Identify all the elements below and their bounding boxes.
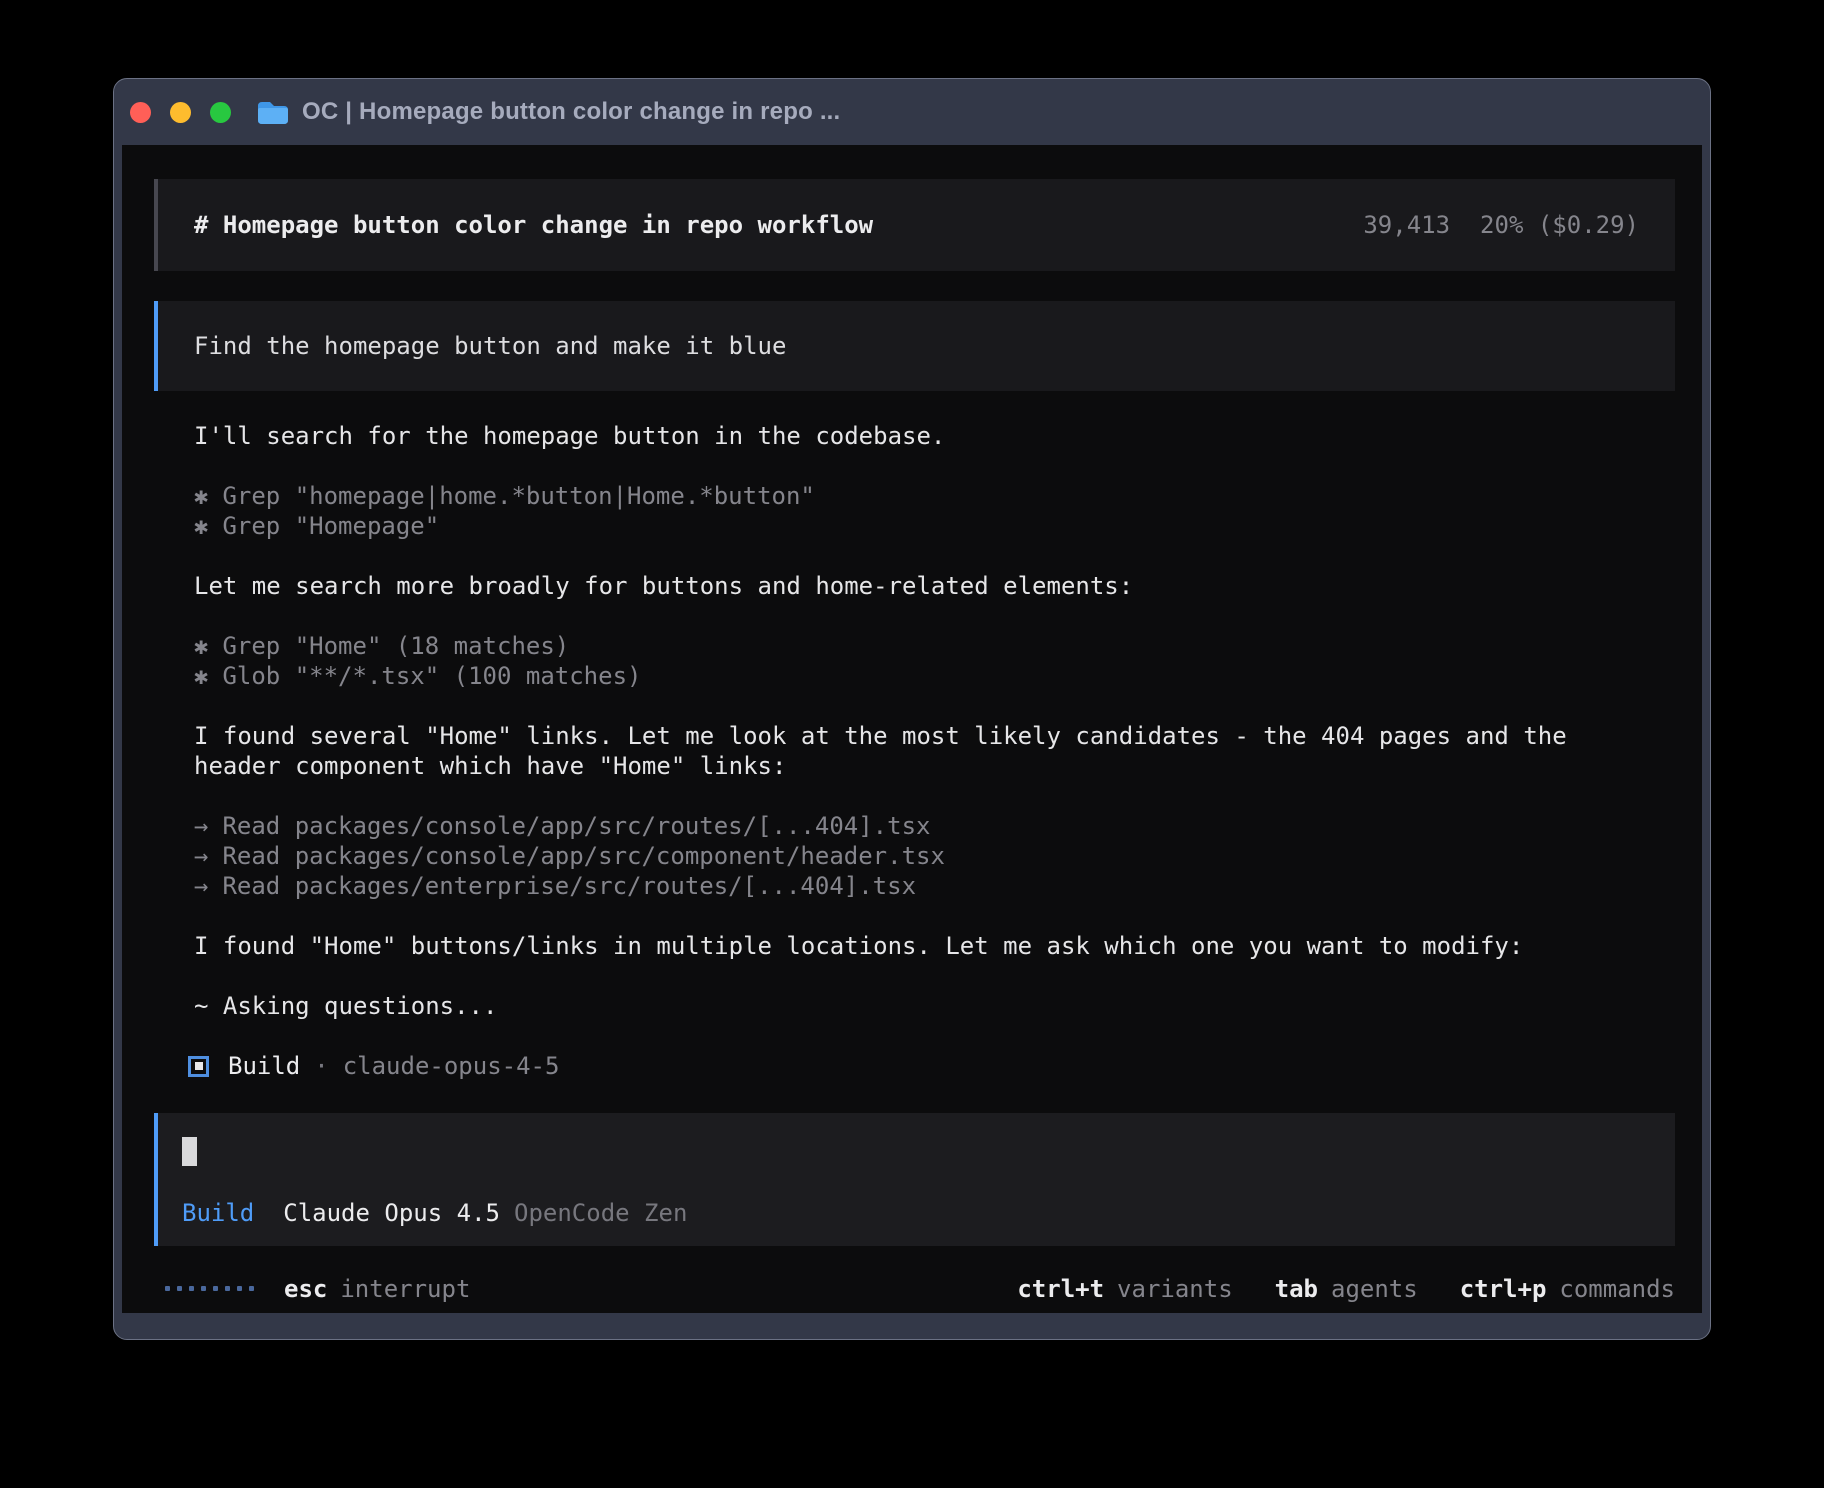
tool-call-text: Read packages/console/app/src/routes/[..…	[222, 812, 930, 840]
status-right: ctrl+t variants tab agents ctrl+p comman…	[1017, 1274, 1675, 1304]
asterisk-icon: ✱	[194, 661, 208, 691]
text-cursor	[182, 1137, 197, 1166]
window-titlebar[interactable]: OC | Homepage button color change in rep…	[114, 79, 1710, 145]
user-message-text: Find the homepage button and make it blu…	[194, 332, 786, 360]
asterisk-icon: ✱	[194, 511, 208, 541]
model-name[interactable]: Claude Opus 4.5	[283, 1198, 500, 1228]
tool-call-list: ✱ Grep "Home" (18 matches) ✱ Glob "**/*.ts…	[154, 631, 1675, 691]
session-stats: 39,413 20% ($0.29)	[1363, 210, 1639, 240]
tool-call-list: ✱ Grep "homepage|home.*button|Home.*butto…	[154, 481, 1675, 541]
tool-call-text: Grep "Home" (18 matches)	[222, 632, 569, 660]
tool-call-text: Grep "Homepage"	[222, 512, 439, 540]
tool-call-list: → Read packages/console/app/src/routes/[.…	[154, 811, 1675, 901]
user-message: Find the homepage button and make it blu…	[154, 301, 1675, 391]
hint-label: commands	[1559, 1274, 1675, 1304]
context-cost: 20% ($0.29)	[1480, 210, 1639, 240]
tool-call-grep: ✱ Grep "Home" (18 matches)	[194, 631, 1675, 661]
hint-label: variants	[1117, 1274, 1233, 1304]
assistant-paragraph: I found several "Home" links. Let me loo…	[154, 721, 1675, 781]
mode-indicator[interactable]: Build	[182, 1198, 254, 1228]
tool-call-text: Read packages/console/app/src/component/…	[222, 842, 944, 870]
agent-model: claude-opus-4-5	[343, 1051, 560, 1081]
assistant-paragraph: I found "Home" buttons/links in multiple…	[154, 931, 1675, 961]
asterisk-icon: ✱	[194, 631, 208, 661]
agent-build-icon	[188, 1056, 209, 1077]
tool-call-text: Read packages/enterprise/src/routes/[...…	[222, 872, 916, 900]
hint-variants: ctrl+t variants	[1017, 1274, 1232, 1304]
traffic-lights	[130, 102, 231, 123]
agent-name: Build	[228, 1051, 300, 1081]
assistant-paragraph: I'll search for the homepage button in t…	[154, 421, 1675, 451]
hint-commands: ctrl+p commands	[1460, 1274, 1675, 1304]
tool-call-glob: ✱ Glob "**/*.tsx" (100 matches)	[194, 661, 1675, 691]
hint-label: agents	[1331, 1274, 1418, 1304]
arrow-right-icon: →	[194, 811, 208, 841]
folder-icon	[257, 99, 289, 125]
input-footer: Build Claude Opus 4.5 OpenCode Zen	[182, 1198, 1639, 1228]
hint-interrupt: esc interrupt	[284, 1274, 470, 1304]
tool-call-grep: ✱ Grep "Homepage"	[194, 511, 1675, 541]
token-count: 39,413	[1363, 210, 1450, 240]
minimize-button[interactable]	[170, 102, 191, 123]
status-bar: esc interrupt ctrl+t variants tab agents…	[154, 1274, 1675, 1304]
tool-call-grep: ✱ Grep "homepage|home.*button|Home.*butto…	[194, 481, 1675, 511]
assistant-status-text: ~ Asking questions...	[154, 991, 1675, 1021]
arrow-right-icon: →	[194, 871, 208, 901]
hint-label: interrupt	[340, 1274, 470, 1304]
window-title: OC | Homepage button color change in rep…	[302, 98, 840, 126]
close-button[interactable]	[130, 102, 151, 123]
tool-call-text: Glob "**/*.tsx" (100 matches)	[222, 662, 641, 690]
tool-call-text: Grep "homepage|home.*button|Home.*button…	[222, 482, 814, 510]
terminal-window: OC | Homepage button color change in rep…	[113, 78, 1711, 1340]
arrow-right-icon: →	[194, 841, 208, 871]
tool-call-read: → Read packages/console/app/src/routes/[.…	[194, 811, 1675, 841]
session-title: # Homepage button color change in repo w…	[194, 210, 873, 240]
spinner-dots-icon	[165, 1286, 254, 1291]
hint-key: esc	[284, 1274, 327, 1304]
session-header: # Homepage button color change in repo w…	[154, 179, 1675, 271]
hint-key: tab	[1275, 1274, 1318, 1304]
status-left: esc interrupt	[165, 1274, 470, 1304]
terminal-content[interactable]: # Homepage button color change in repo w…	[122, 145, 1702, 1313]
agent-status-line: Build · claude-opus-4-5	[154, 1051, 1675, 1081]
separator-dot: ·	[314, 1051, 328, 1081]
tool-call-read: → Read packages/console/app/src/component…	[194, 841, 1675, 871]
assistant-paragraph: Let me search more broadly for buttons a…	[154, 571, 1675, 601]
hint-key: ctrl+t	[1017, 1274, 1104, 1304]
asterisk-icon: ✱	[194, 481, 208, 511]
tool-call-read: → Read packages/enterprise/src/routes/[..…	[194, 871, 1675, 901]
hint-key: ctrl+p	[1460, 1274, 1547, 1304]
provider-name: OpenCode Zen	[514, 1198, 687, 1228]
hint-agents: tab agents	[1275, 1274, 1418, 1304]
zoom-button[interactable]	[210, 102, 231, 123]
prompt-input[interactable]: Build Claude Opus 4.5 OpenCode Zen	[154, 1113, 1675, 1246]
